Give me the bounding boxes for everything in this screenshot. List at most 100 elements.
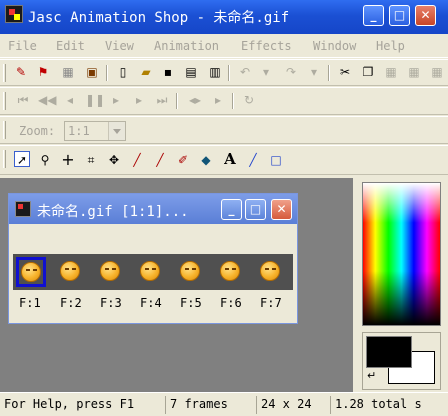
smiley-image — [21, 262, 41, 282]
document-icon[interactable] — [15, 201, 31, 217]
close-button[interactable]: ✕ — [415, 5, 436, 26]
menu-view[interactable]: View — [105, 39, 134, 53]
next-frames-icon[interactable]: ▸ — [131, 92, 147, 108]
menu-bar: File Edit View Animation Effects Window … — [0, 34, 448, 58]
frame-thumbnail[interactable] — [56, 257, 86, 287]
toolbar-separator — [232, 93, 234, 109]
menu-animation[interactable]: Animation — [154, 39, 219, 53]
pause-icon[interactable]: ❚❚ — [85, 92, 105, 108]
frame-label: F:3 — [100, 296, 122, 310]
media-icon[interactable]: ▣ — [84, 64, 100, 80]
crop-icon[interactable]: ⌗ — [83, 152, 99, 168]
frame-thumbnail[interactable] — [136, 257, 166, 287]
copy-icon[interactable]: ❐ — [360, 64, 376, 80]
document-window[interactable]: 未命名.gif [1:1]... _ □ ✕ F:1 F:2 F:3 F:4 F… — [8, 193, 298, 324]
status-bar: For Help, press F1 7 frames 24 x 24 1.28… — [0, 392, 448, 416]
menu-edit[interactable]: Edit — [56, 39, 85, 53]
toolbar-separator — [176, 93, 178, 109]
toolbar-grip[interactable] — [3, 64, 6, 82]
undo-dropdown-icon[interactable]: ▾ — [258, 64, 274, 80]
toolbar-grip[interactable] — [3, 150, 6, 168]
paste-frame-icon[interactable]: ▦ — [429, 64, 445, 80]
playback-toolbar: ⏮ ◀◀ ◂ ❚❚ ▸ ▸ ⏭ ◂▸ ▸ ↻ — [0, 87, 448, 115]
document-minimize-button[interactable]: _ — [221, 199, 242, 220]
toolbar-separator — [106, 65, 108, 81]
rectangle-icon[interactable]: □ — [268, 152, 284, 168]
smiley-image — [100, 261, 120, 281]
frame-thumbnail[interactable] — [216, 257, 246, 287]
document-title: 未命名.gif [1:1]... — [37, 204, 189, 220]
menu-effects[interactable]: Effects — [241, 39, 292, 53]
toolbar-grip[interactable] — [3, 121, 6, 139]
prev-frame-icon[interactable]: ◂ — [62, 92, 78, 108]
smiley-image — [180, 261, 200, 281]
loop-icon[interactable]: ↻ — [241, 92, 257, 108]
palette-icon[interactable]: ▦ — [60, 64, 76, 80]
swap-colors-icon[interactable]: ↵ — [367, 369, 376, 382]
save-icon[interactable]: ▪ — [160, 64, 176, 80]
tools-toolbar: ➚ ⚲ + ⌗ ✥ ╱ ╱ ✐ ◆ A ╱ □ — [0, 145, 448, 175]
zoom-value: 1:1 — [68, 124, 90, 138]
save-frames-icon[interactable]: ▤ — [183, 64, 199, 80]
menu-help[interactable]: Help — [376, 39, 405, 53]
smiley-image — [60, 261, 80, 281]
menu-window[interactable]: Window — [313, 39, 356, 53]
crosshair-icon[interactable]: + — [60, 152, 76, 168]
banner-icon[interactable]: ⚑ — [35, 64, 51, 80]
color-palette[interactable] — [362, 182, 441, 326]
paste-icon[interactable]: ▦ — [406, 64, 422, 80]
fill-icon[interactable]: ◆ — [198, 152, 214, 168]
move-icon[interactable]: ✥ — [106, 152, 122, 168]
open-icon[interactable]: ▰ — [138, 64, 154, 80]
toolbar-grip[interactable] — [3, 92, 6, 110]
next-frame-icon[interactable]: ▸ — [108, 92, 124, 108]
last-frame-icon[interactable]: ⏭ — [154, 92, 170, 108]
prev-frames-icon[interactable]: ◀◀ — [38, 92, 56, 108]
paint-brush-icon[interactable]: ╱ — [152, 152, 168, 168]
frame-label: F:5 — [180, 296, 202, 310]
frame-thumbnail[interactable] — [96, 257, 126, 287]
toolbar-separator — [228, 65, 230, 81]
frame-thumbnail[interactable] — [256, 257, 286, 287]
line-icon[interactable]: ╱ — [245, 152, 261, 168]
print-icon[interactable]: ▥ — [207, 64, 223, 80]
frame-properties-icon[interactable]: ▸ — [210, 92, 226, 108]
maximize-button[interactable]: □ — [389, 5, 410, 26]
frame-thumbnail[interactable] — [16, 257, 46, 287]
main-window: Jasc Animation Shop - 未命名.gif _ □ ✕ File… — [0, 0, 448, 416]
wizard-icon[interactable]: ✎ — [13, 64, 29, 80]
crop-frames-icon[interactable]: ◂▸ — [187, 92, 203, 108]
window-title: Jasc Animation Shop - 未命名.gif — [28, 10, 290, 26]
minimize-button[interactable]: _ — [363, 5, 384, 26]
chevron-down-icon[interactable] — [108, 122, 125, 140]
redo-dropdown-icon[interactable]: ▾ — [306, 64, 322, 80]
zoom-select[interactable]: 1:1 — [64, 121, 126, 141]
app-icon[interactable] — [5, 5, 23, 23]
zoom-icon[interactable]: ⚲ — [37, 152, 53, 168]
status-size: 24 x 24 — [256, 396, 324, 414]
zoom-label: Zoom: — [19, 124, 56, 138]
first-frame-icon[interactable]: ⏮ — [15, 92, 31, 108]
frames-strip — [13, 254, 293, 290]
copy-frame-icon[interactable]: ▦ — [383, 64, 399, 80]
dropper-icon[interactable]: ╱ — [129, 152, 145, 168]
eraser-icon[interactable]: ✐ — [175, 152, 191, 168]
new-icon[interactable]: ▯ — [115, 64, 131, 80]
zoom-toolbar: Zoom: 1:1 — [0, 116, 448, 144]
document-close-button[interactable]: ✕ — [271, 199, 292, 220]
frame-thumbnail[interactable] — [176, 257, 206, 287]
main-toolbar: ✎ ⚑ ▦ ▣ ▯ ▰ ▪ ▤ ▥ ↶ ▾ ↷ ▾ ✂ ❐ ▦ ▦ ▦ — [0, 59, 448, 86]
text-icon[interactable]: A — [222, 151, 238, 167]
redo-icon[interactable]: ↷ — [283, 64, 299, 80]
title-bar[interactable]: Jasc Animation Shop - 未命名.gif _ □ ✕ — [0, 0, 448, 34]
cut-icon[interactable]: ✂ — [337, 64, 353, 80]
document-maximize-button[interactable]: □ — [245, 199, 266, 220]
foreground-color-swatch[interactable] — [366, 336, 412, 368]
menu-file[interactable]: File — [8, 39, 37, 53]
frame-label: F:4 — [140, 296, 162, 310]
toolbar-separator — [328, 65, 330, 81]
frame-label: F:6 — [220, 296, 242, 310]
arrow-select-icon[interactable]: ➚ — [14, 151, 30, 167]
document-title-bar[interactable]: 未命名.gif [1:1]... _ □ ✕ — [9, 194, 297, 224]
undo-icon[interactable]: ↶ — [237, 64, 253, 80]
